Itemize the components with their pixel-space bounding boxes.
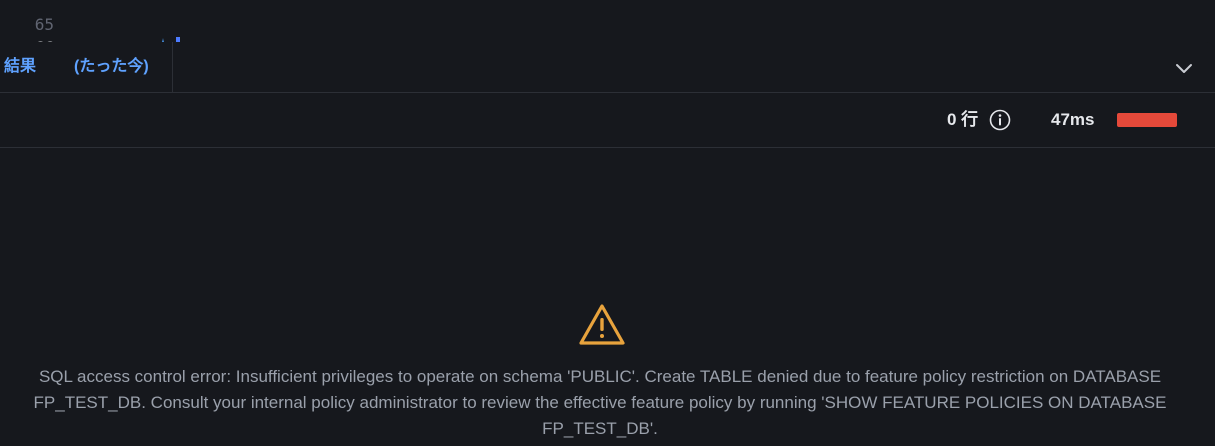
results-tabbar: 結果 (たった今) — [0, 42, 1215, 93]
error-area: SQL access control error: Insufficient p… — [0, 148, 1215, 446]
info-icon[interactable] — [989, 109, 1011, 131]
row-count: 0 行 — [947, 110, 979, 129]
warning-icon — [578, 303, 626, 347]
query-duration: 47ms — [1051, 110, 1095, 129]
code-editor[interactable]: 65 CREATE TABLE FP_TEST_DB.PUBLIC.T2 (ID… — [0, 0, 1215, 44]
results-panel: 結果 (たった今) 0 行 47ms SQL access control er… — [0, 42, 1215, 446]
tab-divider — [172, 42, 173, 92]
tab-results[interactable]: 結果 — [4, 42, 36, 92]
result-timestamp[interactable]: (たった今) — [74, 42, 149, 92]
error-message: SQL access control error: Insufficient p… — [33, 367, 1167, 438]
sparkle-icon[interactable] — [93, 11, 180, 44]
duration-bar — [1117, 113, 1177, 127]
code-line-66[interactable]: 66 CREATE TEMPORARY TABLE FP_TEST_DB.PUB… — [0, 9, 1215, 44]
results-stats-bar: 0 行 47ms — [0, 93, 1215, 148]
chevron-down-icon[interactable] — [1173, 57, 1195, 79]
